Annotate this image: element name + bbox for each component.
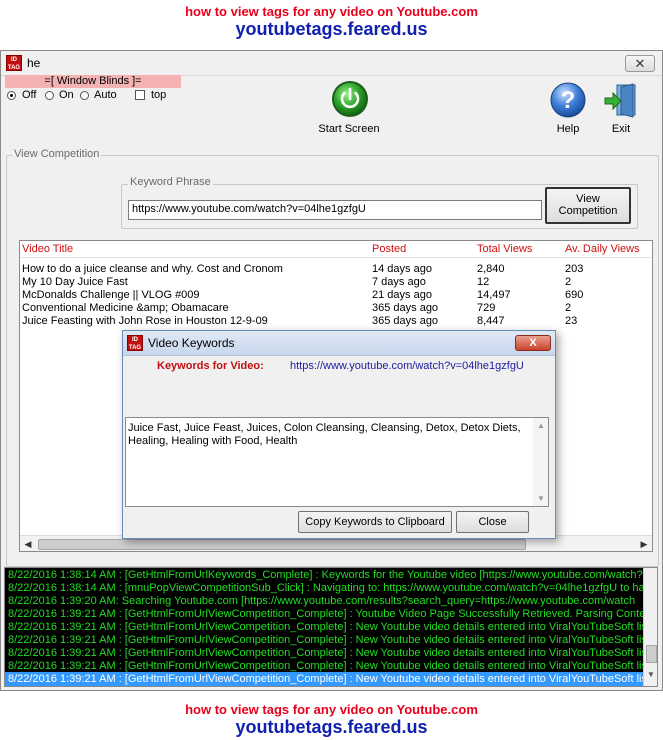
cell-title: Conventional Medicine &amp; Obamacare [22, 302, 229, 314]
start-screen-button[interactable] [331, 80, 369, 118]
top-checkbox[interactable] [135, 90, 145, 100]
column-header-total-views[interactable]: Total Views [477, 243, 532, 255]
power-icon [332, 81, 368, 117]
cell-total-views: 12 [477, 276, 490, 288]
window-title: he [27, 56, 41, 70]
table-row[interactable]: My 10 Day Juice Fast 7 days ago 12 2 [20, 276, 652, 289]
blinds-auto-label: Auto [94, 89, 117, 101]
dialog-title: Video Keywords [148, 336, 235, 350]
cell-total-views: 14,497 [477, 289, 511, 301]
table-row[interactable]: How to do a juice cleanse and why. Cost … [20, 263, 652, 276]
cell-total-views: 729 [477, 302, 496, 314]
scroll-up-icon[interactable]: ▲ [537, 421, 545, 430]
cell-total-views: 2,840 [477, 263, 505, 275]
dialog-app-icon: ID TAG [127, 335, 143, 351]
scroll-right-arrow-icon[interactable]: ▶ [636, 536, 652, 552]
help-button[interactable]: ? [549, 81, 587, 119]
log-line: 8/22/2016 1:38:14 AM : [mnuPopViewCompet… [8, 582, 649, 594]
keyword-phrase-input[interactable]: https://www.youtube.com/watch?v=04lhe1gz… [128, 200, 542, 220]
cell-title: Juice Feasting with John Rose in Houston… [22, 315, 268, 327]
exit-button[interactable] [603, 81, 639, 119]
dialog-close-button[interactable]: Close [456, 511, 529, 533]
log-line: 8/22/2016 1:39:21 AM : [GetHtmlFromUrlVi… [8, 647, 658, 659]
log-line: 8/22/2016 1:39:21 AM : [GetHtmlFromUrlVi… [8, 634, 658, 646]
top-banner-line1: how to view tags for any video on Youtub… [185, 4, 478, 19]
cell-posted: 21 days ago [372, 289, 432, 301]
help-icon: ? [550, 82, 586, 118]
keywords-textarea[interactable]: Juice Fast, Juice Feast, Juices, Colon C… [125, 417, 549, 507]
blinds-radio-auto[interactable] [80, 91, 89, 100]
title-bar: ID TAG he ✕ [1, 51, 662, 76]
bottom-banner-line1: how to view tags for any video on Youtub… [185, 702, 478, 717]
app-icon: ID TAG [6, 55, 22, 71]
column-header-posted[interactable]: Posted [372, 243, 406, 255]
video-url-link[interactable]: https://www.youtube.com/watch?v=04lhe1gz… [290, 360, 524, 372]
blinds-radio-on[interactable] [45, 91, 54, 100]
cell-avg-daily-views: 2 [565, 302, 572, 314]
cell-avg-daily-views: 690 [565, 289, 584, 301]
window-close-button[interactable]: ✕ [625, 55, 655, 72]
view-competition-button-line2: Competition [558, 205, 618, 217]
view-competition-group-label: View Competition [12, 148, 102, 160]
log-line: 8/22/2016 1:38:14 AM : [GetHtmlFromUrlKe… [8, 569, 655, 581]
video-keywords-dialog: ID TAG Video Keywords X Keywords for Vide… [122, 330, 556, 539]
column-header-avg-daily-views[interactable]: Av. Daily Views [565, 243, 640, 255]
table-row[interactable]: Conventional Medicine &amp; Obamacare 36… [20, 302, 652, 315]
log-line: 8/22/2016 1:39:21 AM : [GetHtmlFromUrlVi… [8, 621, 658, 633]
bottom-banner-line2: youtubetags.feared.us [235, 717, 428, 737]
keywords-text: Juice Fast, Juice Feast, Juices, Colon C… [128, 422, 521, 447]
top-checkbox-label: top [151, 89, 167, 101]
scroll-left-arrow-icon[interactable]: ◀ [20, 536, 36, 552]
log-vscrollbar[interactable]: ▼ [643, 568, 657, 686]
exit-door-icon [604, 83, 636, 118]
help-label: Help [556, 123, 580, 135]
cell-avg-daily-views: 23 [565, 315, 578, 327]
copy-keywords-button[interactable]: Copy Keywords to Clipboard [298, 511, 452, 533]
cell-avg-daily-views: 2 [565, 276, 572, 288]
keywords-for-video-label: Keywords for Video: [157, 360, 264, 372]
log-line-selected: 8/22/2016 1:39:21 AM : [GetHtmlFromUrlVi… [8, 673, 658, 685]
view-competition-button[interactable]: View Competition [545, 187, 631, 224]
log-line: 8/22/2016 1:39:21 AM : [GetHtmlFromUrlVi… [8, 608, 658, 620]
blinds-off-label: Off [22, 89, 37, 101]
keyword-phrase-label: Keyword Phrase [128, 176, 213, 188]
table-row[interactable]: Juice Feasting with John Rose in Houston… [20, 315, 652, 328]
table-row[interactable]: McDonalds Challenge || VLOG #009 21 days… [20, 289, 652, 302]
keywords-vscrollbar[interactable]: ▲ ▼ [533, 418, 548, 506]
cell-posted: 365 days ago [372, 315, 439, 327]
activity-log[interactable]: 8/22/2016 1:38:14 AM : [GetHtmlFromUrlKe… [4, 567, 658, 687]
cell-posted: 365 days ago [372, 302, 439, 314]
svg-text:?: ? [561, 87, 576, 114]
cell-posted: 14 days ago [372, 263, 432, 275]
cell-title: McDonalds Challenge || VLOG #009 [22, 289, 200, 301]
view-competition-button-line1: View [576, 193, 600, 205]
top-banner-line2: youtubetags.feared.us [235, 19, 428, 39]
exit-label: Exit [611, 123, 631, 135]
scroll-thumb[interactable] [38, 539, 526, 550]
cell-title: How to do a juice cleanse and why. Cost … [22, 263, 283, 275]
cell-avg-daily-views: 203 [565, 263, 584, 275]
blinds-on-label: On [59, 89, 74, 101]
column-header-title[interactable]: Video Title [22, 243, 73, 255]
log-line: 8/22/2016 1:39:21 AM : [GetHtmlFromUrlVi… [8, 660, 658, 672]
scroll-down-icon[interactable]: ▼ [537, 494, 545, 503]
window-blinds-label: =[ Window Blinds ]= [5, 75, 181, 88]
dialog-title-bar: ID TAG Video Keywords X [123, 331, 555, 356]
start-screen-label: Start Screen [318, 123, 380, 135]
dialog-close-icon[interactable]: X [515, 335, 551, 351]
cell-total-views: 8,447 [477, 315, 505, 327]
log-scroll-thumb[interactable] [646, 645, 657, 663]
header-divider [20, 257, 652, 258]
log-line: 8/22/2016 1:39:20 AM: Searching Youtube.… [8, 595, 636, 607]
log-scroll-down-icon[interactable]: ▼ [647, 670, 655, 679]
cell-title: My 10 Day Juice Fast [22, 276, 128, 288]
cell-posted: 7 days ago [372, 276, 426, 288]
blinds-radio-off[interactable] [7, 91, 16, 100]
